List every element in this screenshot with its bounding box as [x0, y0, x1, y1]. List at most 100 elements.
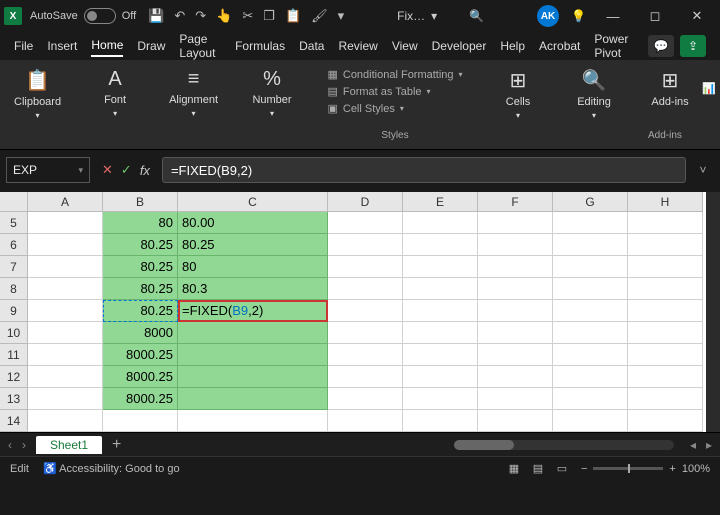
cell-F9[interactable] — [478, 300, 553, 322]
col-header-F[interactable]: F — [478, 192, 553, 212]
cell-F11[interactable] — [478, 344, 553, 366]
row-header-6[interactable]: 6 — [0, 234, 28, 256]
conditional-formatting-button[interactable]: ▦Conditional Formatting ▾ — [327, 68, 462, 81]
cell-F10[interactable] — [478, 322, 553, 344]
cell-D12[interactable] — [328, 366, 403, 388]
cell-B12[interactable]: 8000.25 — [103, 366, 178, 388]
normal-view-icon[interactable]: ▦ — [505, 462, 523, 475]
spreadsheet-grid[interactable]: A B C D E F G H 567891011121314 8080.008… — [0, 192, 720, 432]
cancel-icon[interactable]: ✕ — [102, 162, 113, 178]
chevron-down-icon[interactable]: ▾ — [78, 165, 83, 176]
cell-D7[interactable] — [328, 256, 403, 278]
cell-G14[interactable] — [553, 410, 628, 432]
cell-B9[interactable]: 80.25 — [103, 300, 178, 322]
accessibility-status[interactable]: ♿ Accessibility: Good to go — [43, 462, 180, 475]
autosave-toggle[interactable]: AutoSave Off — [30, 8, 136, 24]
cell-B13[interactable]: 8000.25 — [103, 388, 178, 410]
cell-C8[interactable]: 80.3 — [178, 278, 328, 300]
col-header-C[interactable]: C — [178, 192, 328, 212]
row-header-10[interactable]: 10 — [0, 322, 28, 344]
horizontal-scrollbar[interactable] — [454, 440, 674, 450]
cell-B11[interactable]: 8000.25 — [103, 344, 178, 366]
cell-B6[interactable]: 80.25 — [103, 234, 178, 256]
page-break-icon[interactable]: ▭ — [553, 462, 571, 475]
undo-icon[interactable]: ↶ — [174, 8, 185, 24]
cell-A11[interactable] — [28, 344, 103, 366]
cell-B14[interactable] — [103, 410, 178, 432]
cell-G9[interactable] — [553, 300, 628, 322]
cell-E5[interactable] — [403, 212, 478, 234]
col-header-A[interactable]: A — [28, 192, 103, 212]
cell-E10[interactable] — [403, 322, 478, 344]
cell-F6[interactable] — [478, 234, 553, 256]
number-button[interactable]: % Number ▾ — [250, 68, 294, 118]
fx-icon[interactable]: fx — [140, 163, 150, 178]
tab-insert[interactable]: Insert — [47, 36, 77, 56]
hscroll-left[interactable]: ◂ — [690, 438, 696, 452]
cell-D11[interactable] — [328, 344, 403, 366]
tab-draw[interactable]: Draw — [137, 36, 165, 56]
cell-G13[interactable] — [553, 388, 628, 410]
select-all-corner[interactable] — [0, 192, 28, 212]
tab-help[interactable]: Help — [500, 36, 525, 56]
tab-file[interactable]: File — [14, 36, 33, 56]
cell-E9[interactable] — [403, 300, 478, 322]
tab-power-pivot[interactable]: Power Pivot — [594, 29, 634, 63]
addins-button[interactable]: ⊞ Add-ins — [648, 68, 692, 108]
cell-A9[interactable] — [28, 300, 103, 322]
cell-styles-button[interactable]: ▣Cell Styles ▾ — [327, 102, 462, 115]
cell-H13[interactable] — [628, 388, 703, 410]
doc-title[interactable]: Fix… — [397, 9, 425, 23]
cell-H9[interactable] — [628, 300, 703, 322]
analyze-data-button[interactable]: 📊 Analyze Data — [702, 76, 720, 100]
close-button[interactable]: ✕ — [682, 2, 712, 30]
cell-B8[interactable]: 80.25 — [103, 278, 178, 300]
cell-A12[interactable] — [28, 366, 103, 388]
col-header-D[interactable]: D — [328, 192, 403, 212]
cell-C6[interactable]: 80.25 — [178, 234, 328, 256]
save-icon[interactable]: 💾 — [148, 8, 164, 24]
cell-F14[interactable] — [478, 410, 553, 432]
chevron-down-icon[interactable]: ▾ — [431, 9, 437, 23]
cell-H6[interactable] — [628, 234, 703, 256]
cell-A13[interactable] — [28, 388, 103, 410]
cell-C5[interactable]: 80.00 — [178, 212, 328, 234]
cell-F5[interactable] — [478, 212, 553, 234]
cell-H11[interactable] — [628, 344, 703, 366]
tab-page-layout[interactable]: Page Layout — [179, 29, 221, 63]
redo-icon[interactable]: ↷ — [195, 8, 206, 24]
cell-H5[interactable] — [628, 212, 703, 234]
sheet-nav-next[interactable]: › — [22, 438, 26, 452]
cell-D13[interactable] — [328, 388, 403, 410]
tab-acrobat[interactable]: Acrobat — [539, 36, 580, 56]
formula-input[interactable]: =FIXED(B9,2) — [162, 157, 686, 183]
cell-A14[interactable] — [28, 410, 103, 432]
cell-D10[interactable] — [328, 322, 403, 344]
cells-area[interactable]: 8080.0080.2580.2580.258080.2580.380.25=F… — [28, 212, 703, 432]
cell-A5[interactable] — [28, 212, 103, 234]
vertical-scrollbar[interactable] — [706, 192, 720, 432]
cell-A6[interactable] — [28, 234, 103, 256]
tab-review[interactable]: Review — [338, 36, 377, 56]
user-avatar[interactable]: AK — [537, 5, 559, 27]
cell-A10[interactable] — [28, 322, 103, 344]
cell-E8[interactable] — [403, 278, 478, 300]
col-header-E[interactable]: E — [403, 192, 478, 212]
cell-E14[interactable] — [403, 410, 478, 432]
row-header-9[interactable]: 9 — [0, 300, 28, 322]
formula-expand[interactable]: ˅ — [692, 163, 714, 177]
cell-D5[interactable] — [328, 212, 403, 234]
format-painter-icon[interactable]: 🖌 — [311, 8, 328, 24]
cell-G12[interactable] — [553, 366, 628, 388]
cell-E12[interactable] — [403, 366, 478, 388]
cell-H14[interactable] — [628, 410, 703, 432]
cell-A7[interactable] — [28, 256, 103, 278]
alignment-button[interactable]: ≡ Alignment ▾ — [169, 68, 218, 118]
copy-icon[interactable]: ❐ — [263, 8, 275, 24]
zoom-control[interactable]: − + 100% — [581, 463, 710, 475]
cell-G5[interactable] — [553, 212, 628, 234]
cell-H12[interactable] — [628, 366, 703, 388]
zoom-out-icon[interactable]: − — [581, 463, 587, 475]
cell-G8[interactable] — [553, 278, 628, 300]
cell-C11[interactable] — [178, 344, 328, 366]
